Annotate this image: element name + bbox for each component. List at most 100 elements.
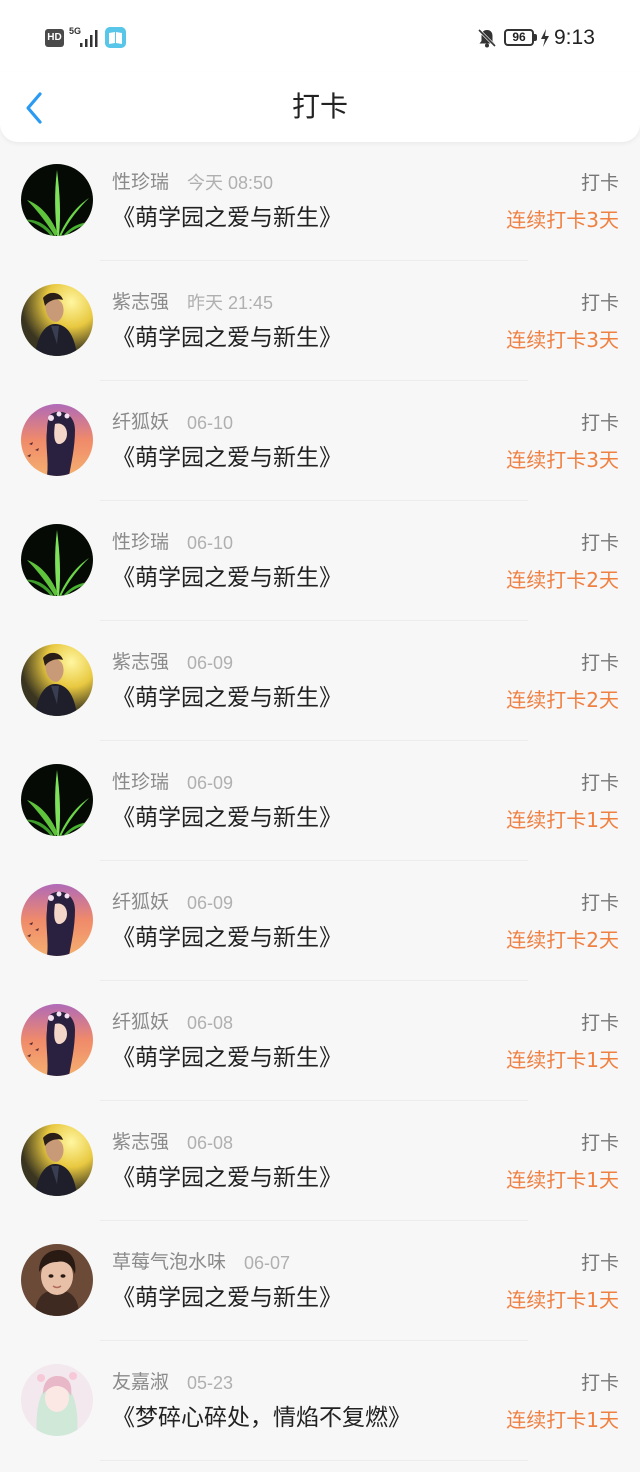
checkin-row[interactable]: 性珍瑞 今天 08:50 《萌学园之爱与新生》 打卡连续打卡3天 [0, 152, 640, 272]
streak-label: 连续打卡1天 [506, 1288, 619, 1312]
streak-label: 连续打卡3天 [506, 328, 619, 352]
username[interactable]: 紫志强 [112, 290, 169, 314]
status-time: 9:13 [554, 26, 595, 49]
username[interactable]: 性珍瑞 [112, 170, 169, 194]
checkin-row[interactable]: 性珍瑞 06-10 《萌学园之爱与新生》 打卡连续打卡2天 [0, 512, 640, 632]
streak-label: 连续打卡2天 [506, 568, 619, 592]
checkin-row[interactable]: 草莓气泡水味 06-07 《萌学园之爱与新生》 打卡连续打卡1天 [0, 1232, 640, 1352]
user-avatar[interactable] [21, 524, 93, 596]
book-title[interactable]: 《萌学园之爱与新生》 [112, 1282, 342, 1314]
user-avatar[interactable] [21, 1124, 93, 1196]
book-title[interactable]: 《萌学园之爱与新生》 [112, 562, 342, 594]
checkin-row[interactable]: 纤狐妖 06-10 《萌学园之爱与新生》 打卡连续打卡3天 [0, 392, 640, 512]
book-title[interactable]: 《萌学园之爱与新生》 [112, 1042, 342, 1074]
checkin-action-label: 打卡 [580, 292, 619, 314]
book-title[interactable]: 《萌学园之爱与新生》 [112, 802, 342, 834]
checkin-row[interactable]: 纤狐妖 06-08 《萌学园之爱与新生》 打卡连续打卡1天 [0, 992, 640, 1112]
streak-label: 连续打卡3天 [506, 448, 619, 472]
checkin-row[interactable]: 紫志强 06-09 《萌学园之爱与新生》 打卡连续打卡2天 [0, 632, 640, 752]
row-divider [100, 260, 528, 261]
user-avatar[interactable] [21, 764, 93, 836]
streak-label: 连续打卡1天 [506, 808, 619, 832]
user-avatar[interactable] [21, 1004, 93, 1076]
username[interactable]: 紫志强 [112, 1130, 169, 1154]
streak-label: 连续打卡2天 [506, 928, 619, 952]
streak-label: 连续打卡1天 [506, 1168, 619, 1192]
checkin-action-label: 打卡 [580, 1132, 619, 1154]
row-divider [100, 1100, 528, 1101]
row-divider [100, 740, 528, 741]
book-title[interactable]: 《萌学园之爱与新生》 [112, 442, 342, 474]
checkin-row[interactable]: 友嘉淑 05-23 《梦碎心碎处，情焰不复燃》 打卡连续打卡1天 [0, 1352, 640, 1472]
checkin-action-label: 打卡 [580, 1012, 619, 1034]
checkin-time: 06-09 [187, 893, 234, 913]
row-divider [100, 620, 528, 621]
book-app-icon [105, 27, 126, 48]
checkin-action-label: 打卡 [580, 772, 619, 794]
battery-indicator: 96 [504, 29, 534, 46]
username[interactable]: 纤狐妖 [112, 1010, 169, 1034]
row-divider [100, 1460, 528, 1461]
checkin-time: 06-07 [244, 1253, 291, 1273]
notifications-off-icon [477, 28, 497, 48]
row-divider [100, 860, 528, 861]
checkin-action-label: 打卡 [580, 892, 619, 914]
streak-label: 连续打卡1天 [506, 1048, 619, 1072]
hd-badge: HD [45, 29, 64, 47]
checkin-action-label: 打卡 [580, 532, 619, 554]
username[interactable]: 性珍瑞 [112, 530, 169, 554]
user-avatar[interactable] [21, 164, 93, 236]
user-avatar[interactable] [21, 284, 93, 356]
row-divider [100, 980, 528, 981]
username[interactable]: 紫志强 [112, 650, 169, 674]
checkin-row[interactable]: 性珍瑞 06-09 《萌学园之爱与新生》 打卡连续打卡1天 [0, 752, 640, 872]
book-title[interactable]: 《萌学园之爱与新生》 [112, 682, 342, 714]
book-title[interactable]: 《萌学园之爱与新生》 [112, 322, 342, 354]
checkin-action-label: 打卡 [580, 1372, 619, 1394]
streak-label: 连续打卡3天 [506, 208, 619, 232]
user-avatar[interactable] [21, 1364, 93, 1436]
username[interactable]: 草莓气泡水味 [112, 1250, 226, 1274]
streak-label: 连续打卡1天 [506, 1408, 619, 1432]
row-divider [100, 500, 528, 501]
row-divider [100, 1340, 528, 1341]
username[interactable]: 纤狐妖 [112, 410, 169, 434]
checkin-time: 今天 08:50 [187, 173, 274, 193]
checkin-action-label: 打卡 [580, 412, 619, 434]
checkin-action-label: 打卡 [580, 1252, 619, 1274]
checkin-time: 05-23 [187, 1373, 234, 1393]
checkin-list: 性珍瑞 今天 08:50 《萌学园之爱与新生》 打卡 连续打卡3天 紫志强 昨天 21:4… [0, 152, 640, 1472]
user-avatar[interactable] [21, 404, 93, 476]
checkin-row[interactable]: 紫志强 昨天 21:45 《萌学园之爱与新生》 打卡连续打卡3天 [0, 272, 640, 392]
checkin-time: 06-10 [187, 413, 234, 433]
row-divider [100, 1220, 528, 1221]
user-avatar[interactable] [21, 884, 93, 956]
book-title[interactable]: 《萌学园之爱与新生》 [112, 1162, 342, 1194]
streak-label: 连续打卡2天 [506, 688, 619, 712]
checkin-time: 昨天 21:45 [187, 293, 274, 313]
navigation-bar: 打卡 [0, 72, 640, 142]
checkin-time: 06-09 [187, 653, 234, 673]
checkin-action-label: 打卡 [580, 652, 619, 674]
user-avatar[interactable] [21, 1244, 93, 1316]
checkin-action-label: 打卡 [580, 172, 619, 194]
checkin-time: 06-10 [187, 533, 234, 553]
signal-icon [80, 30, 98, 47]
checkin-time: 06-08 [187, 1133, 234, 1153]
book-title[interactable]: 《萌学园之爱与新生》 [112, 202, 342, 234]
book-title[interactable]: 《萌学园之爱与新生》 [112, 922, 342, 954]
checkin-row[interactable]: 纤狐妖 06-09 《萌学园之爱与新生》 打卡连续打卡2天 [0, 872, 640, 992]
checkin-time: 06-08 [187, 1013, 234, 1033]
battery-cap [534, 34, 537, 41]
checkin-row[interactable]: 紫志强 06-08 《萌学园之爱与新生》 打卡连续打卡1天 [0, 1112, 640, 1232]
book-title[interactable]: 《梦碎心碎处，情焰不复燃》 [112, 1402, 411, 1434]
row-divider [100, 380, 528, 381]
user-avatar[interactable] [21, 644, 93, 716]
username[interactable]: 友嘉淑 [112, 1370, 169, 1394]
checkin-time: 06-09 [187, 773, 234, 793]
page-title: 打卡 [291, 90, 348, 123]
charging-icon [541, 29, 549, 47]
username[interactable]: 纤狐妖 [112, 890, 169, 914]
status-bar: HD 5G 96 9:13 [0, 0, 640, 72]
username[interactable]: 性珍瑞 [112, 770, 169, 794]
